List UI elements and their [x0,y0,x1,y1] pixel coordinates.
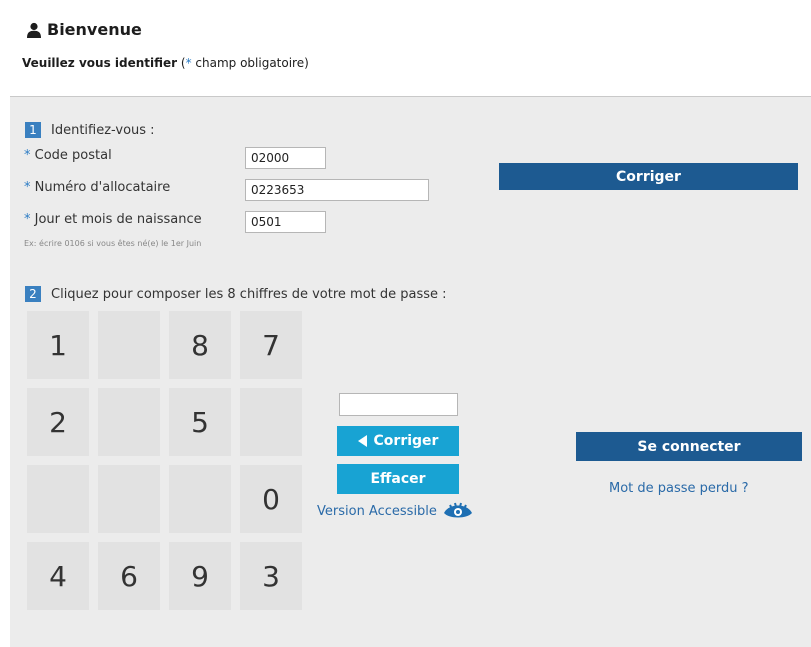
allocataire-number-input[interactable] [245,179,429,201]
connect-button[interactable]: Se connecter [576,432,802,461]
step1-label: Identifiez-vous : [51,122,155,138]
keypad-key[interactable]: 7 [240,311,302,379]
clear-password-button[interactable]: Effacer [337,464,459,494]
subtitle-open: ( [177,56,186,70]
keypad-key[interactable]: 5 [169,388,231,456]
header: Bienvenue Veuillez vous identifier (* ch… [0,0,811,96]
keypad-key[interactable]: 3 [240,542,302,610]
keypad-key[interactable]: 8 [169,311,231,379]
step1-heading: 1 Identifiez-vous : [25,122,155,138]
required-star: * [24,180,31,195]
birthdate-hint: Ex: écrire 0106 si vous êtes né(e) le 1e… [24,239,202,248]
step2-heading: 2 Cliquez pour composer les 8 chiffres d… [25,286,447,302]
subtitle-main: Veuillez vous identifier [22,56,178,70]
required-star: * [24,212,31,227]
step2-label: Cliquez pour composer les 8 chiffres de … [51,286,447,302]
allocataire-label: * Numéro d'allocataire [24,180,170,195]
correct-password-label: Corriger [373,433,439,449]
birth-day-month-input[interactable] [245,211,326,233]
left-arrow-icon [357,435,367,447]
keypad-key-blank[interactable] [98,465,160,533]
user-icon [27,22,41,38]
keypad-key-blank[interactable] [169,465,231,533]
keypad-key[interactable]: 4 [27,542,89,610]
required-star: * [24,148,31,163]
step1-number: 1 [25,122,41,138]
page-title-text: Bienvenue [47,20,142,39]
postal-code-label: * Code postal [24,148,112,163]
keypad-key[interactable]: 1 [27,311,89,379]
keypad-key-blank[interactable] [98,388,160,456]
password-keypad: 1 8 7 2 5 0 4 6 9 3 [27,311,317,621]
correct-identity-button[interactable]: Corriger [499,163,798,190]
keypad-key[interactable]: 9 [169,542,231,610]
keypad-key-blank[interactable] [98,311,160,379]
keypad-key-blank[interactable] [27,465,89,533]
postal-code-label-text: Code postal [34,148,112,163]
accessible-version-link[interactable]: Version Accessible [317,502,473,520]
birth-day-month-label-text: Jour et mois de naissance [34,212,202,227]
subtitle-rest: champ obligatoire) [191,56,309,70]
postal-code-input[interactable] [245,147,326,169]
page-title: Bienvenue [26,20,142,39]
page-subtitle: Veuillez vous identifier (* champ obliga… [22,56,309,70]
correct-password-button[interactable]: Corriger [337,426,459,456]
login-panel: 1 Identifiez-vous : * Code postal * Numé… [10,97,811,647]
password-display-field[interactable] [339,393,458,416]
step2-number: 2 [25,286,41,302]
birth-day-month-label: * Jour et mois de naissance [24,212,202,227]
keypad-key[interactable]: 0 [240,465,302,533]
keypad-key[interactable]: 2 [27,388,89,456]
accessible-version-label[interactable]: Version Accessible [317,504,437,519]
lost-password-link[interactable]: Mot de passe perdu ? [609,481,749,496]
keypad-key[interactable]: 6 [98,542,160,610]
accessibility-eye-icon [443,502,472,518]
keypad-key-blank[interactable] [240,388,302,456]
allocataire-label-text: Numéro d'allocataire [34,180,171,195]
